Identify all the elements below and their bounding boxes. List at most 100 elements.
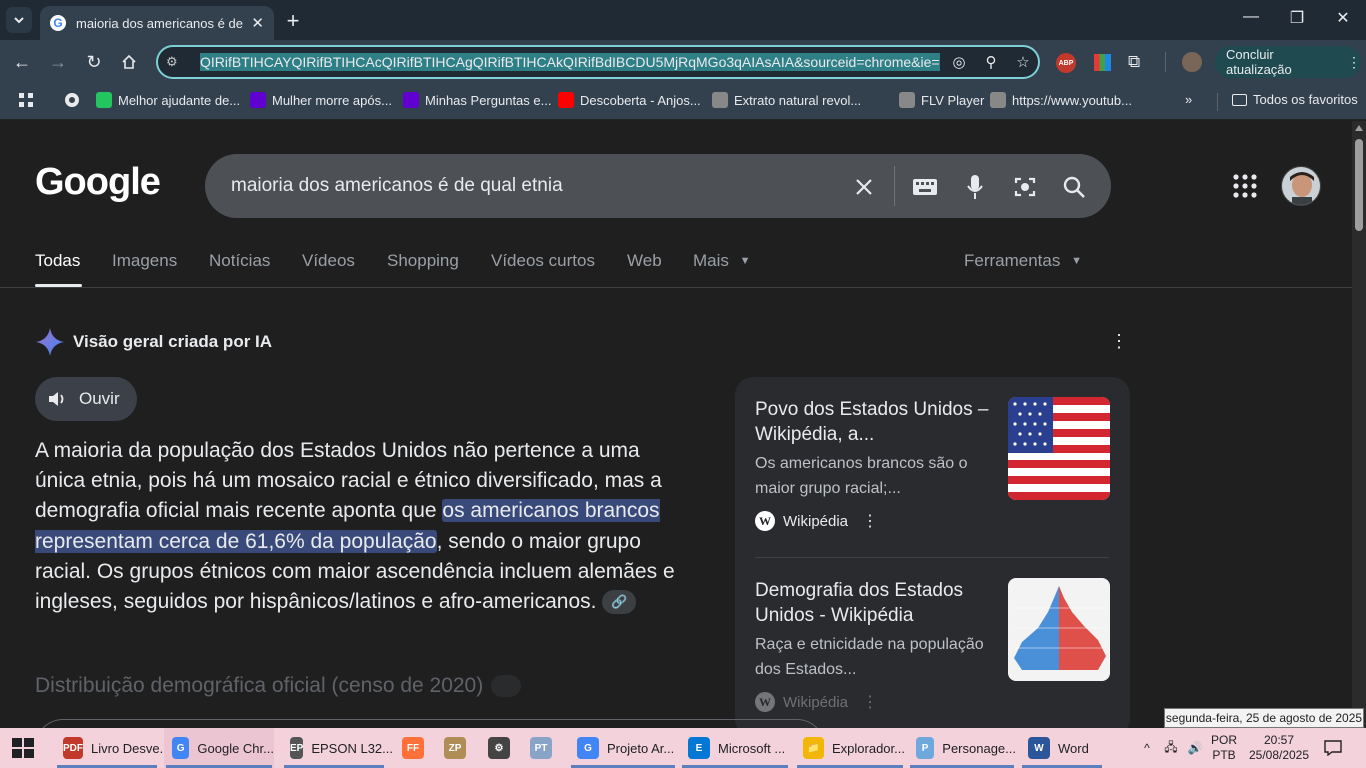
source-card[interactable]: Povo dos Estados Unidos – Wikipédia, a..… [755, 397, 1115, 531]
globe-icon[interactable] [64, 92, 80, 108]
ai-overview-text: A maioria da população dos Estados Unido… [35, 436, 695, 617]
microphone-icon[interactable] [960, 172, 990, 202]
source-card[interactable]: Demografia dos Estados Unidos - Wikipédi… [755, 578, 1115, 712]
tab-noticias[interactable]: Notícias [209, 251, 270, 271]
apps-grid-icon[interactable] [18, 92, 34, 108]
page-scrollbar[interactable] [1352, 121, 1366, 728]
taskbar-app[interactable]: ⚙ [480, 728, 520, 768]
taskbar-app[interactable]: 📁 Explorador... [795, 728, 905, 768]
source-link-icon[interactable]: 🔗 [602, 590, 637, 615]
search-icon[interactable] [1059, 172, 1089, 202]
system-clock[interactable]: 20:57 25/08/2025 [1244, 728, 1314, 768]
tray-overflow-chevron-icon[interactable]: ^ [1136, 728, 1158, 768]
search-input[interactable]: maioria dos americanos é de qual etnia [231, 175, 563, 197]
bookmarks-bar: Melhor ajudante de... Mulher morre após..… [0, 84, 1366, 120]
population-pyramid-thumbnail[interactable] [1008, 578, 1110, 681]
taskbar-app[interactable]: P Personage... [908, 728, 1016, 768]
tools-button[interactable]: Ferramentas ▼ [964, 251, 1082, 271]
bookmark-item[interactable]: Descoberta - Anjos... [558, 92, 701, 108]
restore-icon[interactable]: ❐ [1282, 8, 1312, 28]
folder-icon [1232, 93, 1247, 106]
url-text[interactable]: QIRifBTIHCAYQIRifBTIHCAcQIRifBTIHCAgQIRi… [200, 53, 940, 71]
follow-up-input[interactable] [35, 719, 825, 728]
volume-icon[interactable]: 🔊 [1184, 728, 1206, 768]
caret-down-icon: ▼ [1071, 255, 1082, 267]
extensions-puzzle-icon[interactable]: ⧉ [1128, 52, 1140, 72]
tab-title: maioria dos americanos é de qual etnia -… [76, 15, 246, 31]
notifications-icon[interactable] [1318, 728, 1348, 768]
wikipedia-icon: W [755, 692, 775, 712]
camera-lens-icon[interactable] [1010, 172, 1040, 202]
minimize-icon[interactable]: — [1236, 8, 1266, 26]
forward-arrow-icon[interactable]: → [46, 50, 70, 74]
clear-search-icon[interactable] [849, 172, 879, 202]
taskbar-app[interactable]: FF [394, 728, 432, 768]
tab-videos[interactable]: Vídeos [302, 251, 355, 271]
search-box[interactable]: maioria dos americanos é de qual etnia [205, 154, 1111, 218]
bookmark-label: Mulher morre após... [272, 92, 392, 108]
network-icon[interactable]: 🖧 [1160, 728, 1182, 768]
tab-shopping[interactable]: Shopping [387, 251, 459, 271]
google-lens-icon[interactable]: ◎ [946, 53, 972, 71]
bookmark-item[interactable]: Mulher morre após... [250, 92, 392, 108]
taskbar-app[interactable]: EP EPSON L32... [282, 728, 393, 768]
zoom-icon[interactable]: ⚲ [978, 53, 1004, 71]
source-title[interactable]: Demografia dos Estados Unidos - Wikipédi… [755, 578, 995, 628]
taskbar-app[interactable]: ZP [436, 728, 476, 768]
us-flag-thumbnail[interactable] [1008, 397, 1110, 500]
tab-web[interactable]: Web [627, 251, 662, 271]
source-title[interactable]: Povo dos Estados Unidos – Wikipédia, a..… [755, 397, 995, 447]
bookmark-star-icon[interactable]: ☆ [1010, 53, 1036, 71]
tab-videos-curtos[interactable]: Vídeos curtos [491, 251, 595, 271]
taskbar-app-label: Google Chr... [197, 740, 274, 756]
bookmark-item[interactable]: Melhor ajudante de... [96, 92, 240, 108]
tab-imagens[interactable]: Imagens [112, 251, 177, 271]
bookmark-item[interactable]: Extrato natural revol... [712, 92, 861, 108]
google-apps-icon[interactable] [1232, 173, 1258, 199]
taskbar-app[interactable]: G Projeto Ar... [569, 728, 677, 768]
close-tab-icon[interactable]: ✕ [251, 14, 264, 32]
home-icon[interactable] [117, 50, 141, 74]
bookmark-item[interactable]: Minhas Perguntas e... [403, 92, 551, 108]
bookmark-item[interactable]: FLV Player [899, 92, 984, 108]
window-close-icon[interactable]: ✕ [1328, 8, 1358, 28]
reload-icon[interactable]: ↻ [82, 50, 106, 74]
taskbar-app[interactable]: W Word [1020, 728, 1104, 768]
source-divider [755, 557, 1109, 558]
bookmark-item[interactable]: https://www.youtub... [990, 92, 1132, 108]
new-tab-icon[interactable]: + [282, 8, 304, 34]
adblock-extension-icon[interactable]: ABP [1056, 53, 1076, 73]
more-vert-icon[interactable]: ⋮ [862, 511, 878, 531]
all-bookmarks-folder[interactable]: Todos os favoritos [1232, 92, 1358, 107]
taskbar-app-label: Livro Desve... [91, 740, 171, 756]
tab-mais[interactable]: Mais ▼ [693, 251, 751, 271]
profile-avatar[interactable] [1182, 52, 1202, 72]
browser-tab-active[interactable]: G maioria dos americanos é de qual etnia… [40, 6, 274, 40]
keyboard-icon[interactable] [910, 172, 940, 202]
scroll-thumb[interactable] [1355, 139, 1363, 231]
taskbar-app[interactable]: G Google Chr... [164, 728, 274, 768]
taskbar-app[interactable]: E Microsoft ... [680, 728, 790, 768]
input-language-indicator[interactable]: POR PTB [1208, 728, 1240, 768]
google-logo[interactable]: Google [35, 161, 161, 204]
tab-search-button[interactable] [6, 7, 32, 33]
site-info-icon[interactable]: ⚙ [166, 54, 188, 70]
more-bookmarks-chevron-icon[interactable]: » [1185, 92, 1192, 107]
more-vert-icon[interactable]: ⋮ [862, 692, 878, 712]
more-vert-icon[interactable]: ⋮ [1110, 331, 1128, 352]
address-bar[interactable]: ⚙ QIRifBTIHCAYQIRifBTIHCAcQIRifBTIHCAgQI… [156, 45, 1040, 79]
speaker-icon [49, 392, 64, 406]
taskbar-app[interactable]: PT [522, 728, 566, 768]
windows-start-icon[interactable] [12, 738, 34, 758]
next-section-title: Distribuição demográfica oficial (censo … [35, 674, 484, 697]
update-chrome-button[interactable]: Concluir atualização ⋮ [1215, 46, 1361, 78]
listen-button[interactable]: Ouvir [35, 377, 137, 421]
tab-todas[interactable]: Todas [35, 251, 80, 271]
account-avatar[interactable] [1281, 166, 1321, 206]
link-icon[interactable] [491, 675, 522, 697]
back-arrow-icon[interactable]: ← [10, 50, 34, 74]
taskbar-app-icon: PT [530, 737, 552, 759]
scroll-up-arrow-icon[interactable] [1355, 125, 1363, 131]
taskbar-app[interactable]: PDF Livro Desve... [55, 728, 170, 768]
color-extension-icon[interactable] [1094, 54, 1111, 71]
